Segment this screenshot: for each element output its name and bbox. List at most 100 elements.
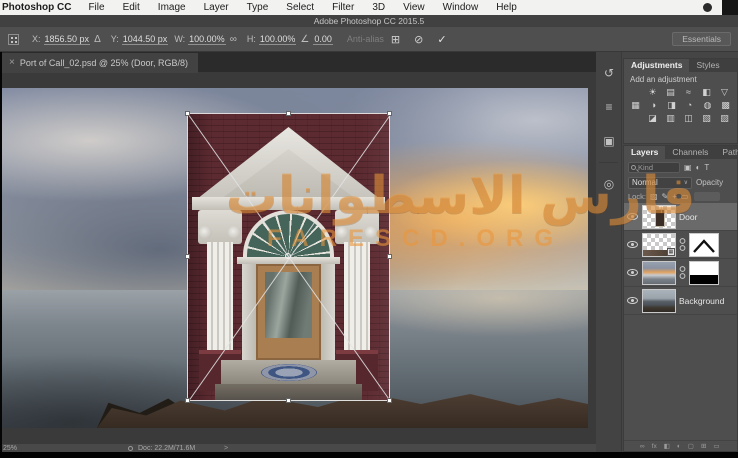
vibrance-icon[interactable]: ▽ <box>718 86 731 98</box>
reference-point-icon[interactable] <box>8 34 19 45</box>
warp-mode-toggle-icon[interactable]: ⊞ <box>391 33 400 46</box>
transform-handle-bottom-left[interactable] <box>185 398 190 403</box>
layer-mask-split-thumbnail[interactable] <box>689 261 719 285</box>
door-layer-thumbnail[interactable] <box>642 205 676 229</box>
add-layer-mask-icon[interactable]: ◧ <box>664 442 670 450</box>
fill-field[interactable] <box>694 192 720 201</box>
transform-handle-top-center[interactable] <box>286 111 291 116</box>
lock-transparent-pixels-icon[interactable]: ▨ <box>650 192 658 201</box>
layer-mask-curve-thumbnail[interactable] <box>689 233 719 257</box>
filter-type-layers-icon[interactable]: T <box>704 163 709 172</box>
document-canvas[interactable] <box>2 88 588 428</box>
document-tab[interactable]: × Port of Call_02.psd @ 25% (Door, RGB/8… <box>2 53 198 73</box>
levels-icon[interactable]: ▤ <box>664 86 677 98</box>
commit-transform-icon[interactable]: ✓ <box>437 33 446 46</box>
menu-view[interactable]: View <box>394 2 434 13</box>
cancel-transform-icon[interactable]: ⊘ <box>414 33 423 46</box>
layer-row-door[interactable]: Door <box>624 203 737 231</box>
layer-filter-input[interactable] <box>638 163 674 172</box>
curves-icon[interactable]: ≈ <box>682 86 695 98</box>
delete-layer-icon[interactable]: ▭ <box>713 442 719 450</box>
exposure-icon[interactable]: ◧ <box>700 86 713 98</box>
gradient-map-icon[interactable]: ▧ <box>700 112 713 124</box>
posterize-icon[interactable]: ▥ <box>664 112 677 124</box>
creative-cloud-icon[interactable]: ◎ <box>596 171 622 197</box>
layer-row-sky[interactable] <box>624 259 737 287</box>
color-balance-icon[interactable]: ◑ <box>647 99 660 111</box>
hue-saturation-icon[interactable]: ▦ <box>629 99 642 111</box>
libraries-icon[interactable]: ▣ <box>596 128 622 154</box>
opacity-label[interactable]: Opacity <box>696 178 723 187</box>
lock-position-icon[interactable]: + <box>672 192 677 201</box>
menu-select[interactable]: Select <box>277 2 323 13</box>
width-value-field[interactable]: 100.00% <box>188 34 226 45</box>
menu-edit[interactable]: Edit <box>114 2 149 13</box>
filter-adjustment-layers-icon[interactable]: ◐ <box>696 163 701 172</box>
lock-image-pixels-icon[interactable]: ✎ <box>662 192 669 201</box>
brightness-contrast-icon[interactable]: ☀ <box>646 86 659 98</box>
photo-filter-icon[interactable]: ◔ <box>683 99 696 111</box>
tab-close-icon[interactable]: × <box>9 57 15 68</box>
rocks-layer-thumbnail[interactable]: ▦ <box>642 233 676 257</box>
tab-paths[interactable]: Paths <box>715 146 738 159</box>
tab-channels[interactable]: Channels <box>665 146 715 159</box>
menu-file[interactable]: File <box>79 2 113 13</box>
app-menu-photoshop[interactable]: Photoshop CC <box>2 2 79 13</box>
tab-adjustments[interactable]: Adjustments <box>624 59 689 72</box>
visibility-eye-icon[interactable] <box>627 297 638 304</box>
layer-mask-link-icon[interactable] <box>679 265 686 281</box>
history-icon[interactable]: ↺ <box>596 60 622 86</box>
transform-handle-bottom-center[interactable] <box>286 398 291 403</box>
transform-handle-top-left[interactable] <box>185 111 190 116</box>
workspace-selector-button[interactable]: Essentials <box>672 32 731 46</box>
visibility-eye-icon[interactable] <box>627 269 638 276</box>
layer-row-rocks[interactable]: ▦ <box>624 231 737 259</box>
menu-help[interactable]: Help <box>487 2 526 13</box>
color-lookup-icon[interactable]: ▩ <box>719 99 732 111</box>
blend-mode-select[interactable]: Normal ∨ <box>628 177 692 189</box>
transform-handle-middle-left[interactable] <box>185 254 190 259</box>
visibility-eye-icon[interactable] <box>627 241 638 248</box>
menu-type[interactable]: Type <box>238 2 278 13</box>
threshold-icon[interactable]: ◫ <box>682 112 695 124</box>
layer-effects-icon[interactable]: fx <box>652 443 657 450</box>
sky-layer-thumbnail[interactable] <box>642 261 676 285</box>
lock-artboard-icon[interactable]: ▭ <box>681 192 689 201</box>
menu-window[interactable]: Window <box>434 2 488 13</box>
black-white-icon[interactable]: ◨ <box>665 99 678 111</box>
properties-icon[interactable]: ≡ <box>596 94 622 120</box>
x-value-field[interactable]: 1856.50 px <box>44 34 91 45</box>
channel-mixer-icon[interactable]: ◍ <box>701 99 714 111</box>
relative-position-icon[interactable]: Δ <box>94 34 101 45</box>
background-layer-thumbnail[interactable] <box>642 289 676 313</box>
y-value-field[interactable]: 1044.50 px <box>122 34 169 45</box>
transform-handle-bottom-right[interactable] <box>387 398 392 403</box>
new-group-icon[interactable]: ▢ <box>688 442 694 450</box>
status-options-chevron-icon[interactable]: > <box>224 445 228 452</box>
new-layer-icon[interactable]: ⊞ <box>701 442 706 450</box>
new-adjustment-layer-icon[interactable]: ◐ <box>677 443 681 450</box>
menu-filter[interactable]: Filter <box>323 2 363 13</box>
layer-row-background[interactable]: Background <box>624 287 737 315</box>
menubar-cc-icon[interactable] <box>703 3 712 12</box>
tab-styles[interactable]: Styles <box>689 59 726 72</box>
transform-center-point[interactable] <box>285 253 291 259</box>
filter-pixel-layers-icon[interactable]: ▣ <box>684 163 692 172</box>
menu-3d[interactable]: 3D <box>363 2 394 13</box>
selective-color-icon[interactable]: ▨ <box>718 112 731 124</box>
visibility-eye-icon[interactable] <box>627 213 638 220</box>
height-value-field[interactable]: 100.00% <box>259 34 297 45</box>
menu-image[interactable]: Image <box>149 2 195 13</box>
menu-layer[interactable]: Layer <box>195 2 238 13</box>
transform-handle-top-right[interactable] <box>387 111 392 116</box>
layer-name[interactable]: Background <box>679 296 724 306</box>
layer-name[interactable]: Door <box>679 212 697 222</box>
layer-mask-link-icon[interactable] <box>679 237 686 253</box>
invert-icon[interactable]: ◪ <box>646 112 659 124</box>
transform-handle-middle-right[interactable] <box>387 254 392 259</box>
layer-search-box[interactable] <box>628 162 680 173</box>
maintain-aspect-ratio-icon[interactable]: ∞ <box>230 34 237 45</box>
link-layers-icon[interactable]: ∞ <box>640 443 645 450</box>
tab-layers[interactable]: Layers <box>624 146 665 159</box>
zoom-percentage-field[interactable]: 25% <box>3 445 17 452</box>
